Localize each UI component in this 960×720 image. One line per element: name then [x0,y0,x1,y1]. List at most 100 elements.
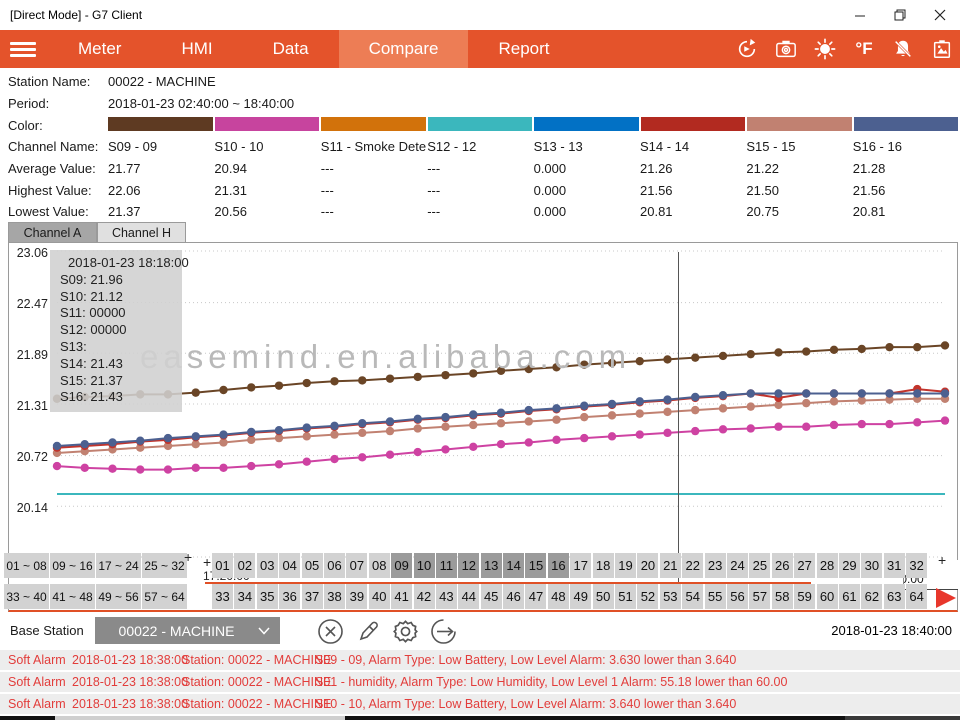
channel-button-55[interactable]: 55 [705,584,726,609]
channel-button-17[interactable]: 17 [570,553,591,578]
channel-button-47[interactable]: 47 [525,584,546,609]
channel-button-24[interactable]: 24 [727,553,748,578]
menu-icon[interactable] [10,39,36,59]
channel-button-37[interactable]: 37 [302,584,323,609]
channel-button-39[interactable]: 39 [346,584,367,609]
export-icon[interactable] [430,618,457,645]
channel-button-50[interactable]: 50 [593,584,614,609]
nav-item-meter[interactable]: Meter [48,30,151,68]
channel-button-31[interactable]: 31 [884,553,905,578]
channel-button-54[interactable]: 54 [682,584,703,609]
channel-button-45[interactable]: 45 [481,584,502,609]
channel-button-10[interactable]: 10 [414,553,435,578]
nav-item-data[interactable]: Data [243,30,339,68]
channel-button-29[interactable]: 29 [839,553,860,578]
scroll-right-plus-icon[interactable]: + [938,552,946,568]
group-button-33-40[interactable]: 33 ~ 40 [4,584,49,609]
edit-icon[interactable] [355,618,382,645]
channel-button-21[interactable]: 21 [660,553,681,578]
channel-button-30[interactable]: 30 [861,553,882,578]
group-button-25-32[interactable]: 25 ~ 32 [142,553,187,578]
minimize-button[interactable] [840,0,880,30]
nav-item-compare[interactable]: Compare [339,30,469,68]
expand-plus-icon[interactable]: + [184,549,192,565]
channel-button-51[interactable]: 51 [615,584,636,609]
sync-icon[interactable] [735,37,759,61]
channel-button-56[interactable]: 56 [727,584,748,609]
group-button-01-08[interactable]: 01 ~ 08 [4,553,49,578]
channel-button-16[interactable]: 16 [548,553,569,578]
alarm-mute-icon[interactable] [891,37,915,61]
channel-button-14[interactable]: 14 [503,553,524,578]
channel-button-58[interactable]: 58 [772,584,793,609]
channel-button-22[interactable]: 22 [682,553,703,578]
channel-button-48[interactable]: 48 [548,584,569,609]
channel-button-40[interactable]: 40 [369,584,390,609]
bottom-scrollbar[interactable] [0,716,960,720]
channel-button-44[interactable]: 44 [458,584,479,609]
channel-button-04[interactable]: 04 [279,553,300,578]
channel-button-20[interactable]: 20 [637,553,658,578]
channel-button-41[interactable]: 41 [391,584,412,609]
snapshot-icon[interactable] [930,37,954,61]
channel-button-46[interactable]: 46 [503,584,524,609]
channel-button-42[interactable]: 42 [414,584,435,609]
cancel-icon[interactable] [317,618,344,645]
alarm-row[interactable]: Soft Alarm2018-01-23 18:38:00Station: 00… [0,694,960,714]
channel-button-63[interactable]: 63 [884,584,905,609]
base-station-dropdown[interactable]: 00022 - MACHINE [95,617,280,644]
group-button-09-16[interactable]: 09 ~ 16 [50,553,95,578]
channel-button-11[interactable]: 11 [436,553,457,578]
channel-button-49[interactable]: 49 [570,584,591,609]
fahrenheit-icon[interactable]: °F [852,37,876,61]
channel-button-36[interactable]: 36 [279,584,300,609]
channel-button-02[interactable]: 02 [234,553,255,578]
channel-button-28[interactable]: 28 [817,553,838,578]
tab-channel-h[interactable]: Channel H [97,222,186,242]
channel-button-09[interactable]: 09 [391,553,412,578]
close-button[interactable] [920,0,960,30]
channel-button-35[interactable]: 35 [257,584,278,609]
group-button-57-64[interactable]: 57 ~ 64 [142,584,187,609]
channel-button-57[interactable]: 57 [749,584,770,609]
channel-button-64[interactable]: 64 [906,584,927,609]
channel-button-32[interactable]: 32 [906,553,927,578]
channel-button-07[interactable]: 07 [346,553,367,578]
channel-button-05[interactable]: 05 [302,553,323,578]
channel-button-15[interactable]: 15 [525,553,546,578]
channel-button-06[interactable]: 06 [324,553,345,578]
channel-button-12[interactable]: 12 [458,553,479,578]
channel-button-26[interactable]: 26 [772,553,793,578]
channel-button-52[interactable]: 52 [637,584,658,609]
camera-icon[interactable] [774,37,798,61]
channel-button-38[interactable]: 38 [324,584,345,609]
group-button-41-48[interactable]: 41 ~ 48 [50,584,95,609]
nav-item-report[interactable]: Report [468,30,579,68]
tab-channel-a[interactable]: Channel A [8,222,97,242]
channel-button-59[interactable]: 59 [794,584,815,609]
channel-button-27[interactable]: 27 [794,553,815,578]
alarm-row[interactable]: Soft Alarm2018-01-23 18:38:00Station: 00… [0,650,960,670]
channel-button-03[interactable]: 03 [257,553,278,578]
play-arrow-icon[interactable] [936,588,956,608]
channel-button-53[interactable]: 53 [660,584,681,609]
nav-item-hmi[interactable]: HMI [151,30,242,68]
channel-button-62[interactable]: 62 [861,584,882,609]
channel-button-60[interactable]: 60 [817,584,838,609]
channel-button-01[interactable]: 01 [212,553,233,578]
maximize-button[interactable] [880,0,920,30]
scroll-left-plus-icon[interactable]: + [203,554,211,570]
channel-button-23[interactable]: 23 [705,553,726,578]
settings-icon[interactable] [392,618,419,645]
channel-button-34[interactable]: 34 [234,584,255,609]
channel-button-61[interactable]: 61 [839,584,860,609]
channel-button-13[interactable]: 13 [481,553,502,578]
channel-button-33[interactable]: 33 [212,584,233,609]
brightness-icon[interactable] [813,37,837,61]
group-button-49-56[interactable]: 49 ~ 56 [96,584,141,609]
channel-button-25[interactable]: 25 [749,553,770,578]
channel-button-19[interactable]: 19 [615,553,636,578]
channel-button-08[interactable]: 08 [369,553,390,578]
group-button-17-24[interactable]: 17 ~ 24 [96,553,141,578]
channel-button-43[interactable]: 43 [436,584,457,609]
